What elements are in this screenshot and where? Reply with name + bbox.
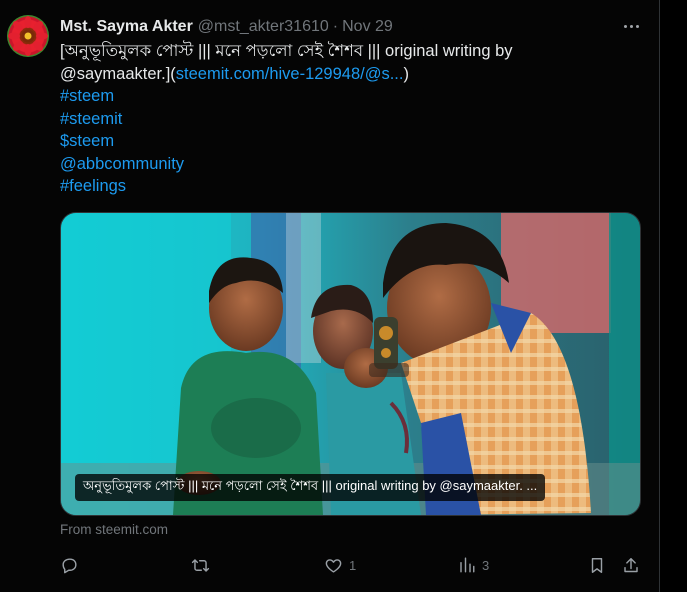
share-icon (624, 557, 638, 572)
reply-icon (62, 557, 77, 573)
cashtag-steem[interactable]: $steem (60, 130, 620, 153)
hashtag-steemit[interactable]: #steemit (60, 108, 620, 131)
bookmark-icon (591, 557, 603, 573)
post-link[interactable]: steemit.com/hive-129948/@s... (176, 65, 404, 83)
children-photo (61, 213, 640, 515)
tweet-card[interactable]: Mst. Sayma Akter @mst_akter31610 · Nov 2… (0, 0, 660, 592)
tweet-header: Mst. Sayma Akter @mst_akter31610 · Nov 2… (60, 17, 393, 37)
views-button[interactable]: 3 (458, 552, 489, 578)
link-card-image[interactable]: অনুভূতিমুলক পোস্ট ||| মনে পড়লো সেই শৈশব… (60, 212, 641, 516)
reply-button[interactable] (60, 552, 79, 578)
more-horizontal-icon (623, 24, 639, 28)
avatar[interactable] (7, 15, 49, 57)
more-options-button[interactable] (620, 16, 642, 36)
retweet-icon (191, 558, 210, 572)
hashtag-feelings[interactable]: #feelings (60, 175, 620, 198)
tweet-text: [অনুভূতিমুলক পোস্ট ||| মনে পড়লো সেই শৈশ… (60, 40, 620, 198)
mention-abbcommunity[interactable]: @abbcommunity (60, 153, 620, 176)
view-count: 3 (482, 557, 490, 573)
header-separator: · (332, 18, 339, 35)
hashtag-steem[interactable]: #steem (60, 85, 620, 108)
author-handle[interactable]: @mst_akter31610 (198, 18, 329, 36)
retweet-button[interactable] (190, 552, 211, 578)
share-button[interactable] (622, 552, 640, 578)
tweet-text-line-1: [অনুভূতিমুলক পোস্ট ||| মনে পড়লো সেই শৈশ… (60, 42, 513, 60)
link-source[interactable]: From steemit.com (60, 522, 168, 537)
mention-text: @saymaakter.]( (60, 64, 176, 83)
like-button[interactable]: 1 (324, 552, 356, 578)
action-bar: 1 3 (0, 552, 660, 578)
closing-paren: ) (403, 64, 409, 83)
heart-icon (325, 558, 342, 573)
tweet-date[interactable]: Nov 29 (342, 18, 393, 36)
like-count: 1 (349, 557, 357, 573)
author-name[interactable]: Mst. Sayma Akter (60, 18, 193, 36)
tweet-text-line-2: @saymaakter.](steemit.com/hive-129948/@s… (60, 63, 620, 86)
views-chart-icon (460, 557, 475, 573)
link-card-title: অনুভূতিমুলক পোস্ট ||| মনে পড়লো সেই শৈশব… (75, 474, 546, 501)
bookmark-button[interactable] (588, 552, 606, 578)
